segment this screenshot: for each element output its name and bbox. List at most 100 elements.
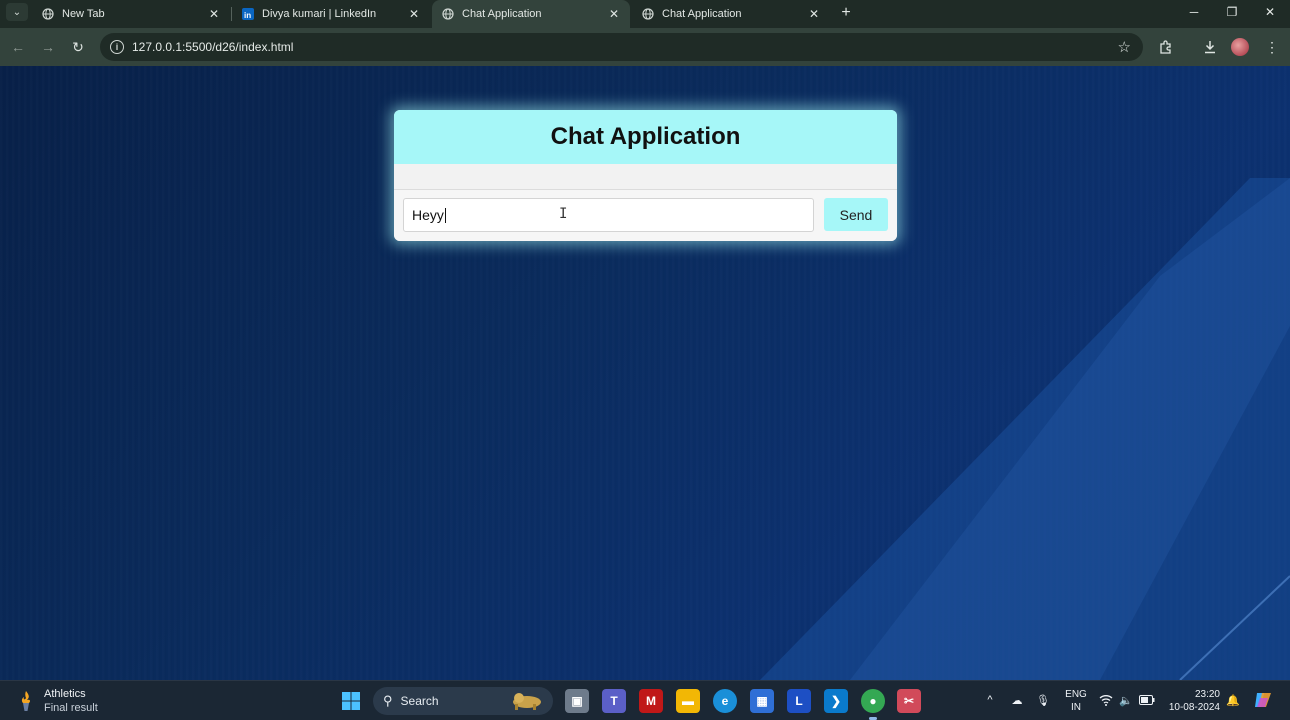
- tab-search-button[interactable]: ⌄: [6, 3, 28, 21]
- l-app-button[interactable]: L: [787, 689, 811, 713]
- chevron-down-icon: ⌄: [12, 6, 22, 18]
- minimize-button[interactable]: ─: [1175, 0, 1213, 24]
- tab-chat-application[interactable]: Chat Application ✕: [632, 0, 830, 28]
- clock-time: 23:20: [1194, 689, 1220, 700]
- teams-icon: T: [610, 694, 618, 708]
- search-icon: ⚲: [383, 693, 393, 708]
- copilot-icon: [1255, 693, 1271, 707]
- task-view-button[interactable]: ▣: [565, 689, 589, 713]
- snipping-tool-button[interactable]: ✂: [897, 689, 921, 713]
- message-input[interactable]: Heyy: [403, 198, 814, 232]
- reload-button[interactable]: ↻: [68, 37, 88, 57]
- windows-logo-icon: [342, 692, 360, 710]
- weather-title: Athletics: [44, 688, 86, 700]
- weather-subtitle: Final result: [44, 702, 98, 714]
- globe-icon: [42, 8, 54, 20]
- store-icon: ▦: [756, 694, 768, 708]
- tab-title: Chat Application: [662, 8, 742, 20]
- tab-title: Chat Application: [462, 8, 542, 20]
- linkedin-icon: in: [242, 8, 254, 20]
- plus-icon: +: [841, 4, 851, 21]
- clock[interactable]: 23:20 10-08-2024: [1160, 688, 1220, 714]
- weather-widget[interactable]: Athletics Final result: [16, 687, 98, 715]
- onedrive-icon[interactable]: ☁: [1008, 689, 1026, 711]
- snipping-icon: ✂: [903, 694, 915, 708]
- close-window-button[interactable]: ✕: [1251, 0, 1289, 24]
- start-button[interactable]: [339, 689, 363, 713]
- arrow-right-icon: →: [41, 39, 55, 55]
- chat-title: Chat Application: [550, 123, 741, 150]
- battery-icon[interactable]: [1138, 689, 1156, 711]
- text-cursor-icon: I: [559, 206, 568, 222]
- tab-linkedin[interactable]: in Divya kumari | LinkedIn ✕: [232, 0, 430, 28]
- store-button[interactable]: ▦: [750, 689, 774, 713]
- chevron-up-icon: ^: [987, 694, 993, 706]
- wifi-icon[interactable]: [1098, 689, 1114, 711]
- language-code: ENG: [1065, 689, 1087, 700]
- chat-input-row: Heyy Send: [394, 190, 897, 241]
- edge-button[interactable]: e: [713, 689, 737, 713]
- tab-new-tab[interactable]: New Tab ✕: [32, 0, 230, 28]
- download-icon: [1205, 41, 1215, 54]
- taskbar-search-label: Search: [400, 694, 439, 708]
- microphone-icon[interactable]: 🎙: [1035, 689, 1051, 711]
- vscode-button[interactable]: ❯: [824, 689, 848, 713]
- chat-window: Chat Application Heyy Send: [394, 110, 897, 241]
- task-view-icon: ▣: [571, 694, 583, 708]
- arrow-left-icon: ←: [11, 39, 25, 55]
- copilot-button[interactable]: [1252, 689, 1274, 711]
- globe-icon: [442, 8, 454, 20]
- page-viewport: Chat Application Heyy Send I: [0, 66, 1290, 680]
- close-icon[interactable]: ✕: [206, 6, 222, 22]
- language-indicator[interactable]: ENG IN: [1064, 688, 1088, 714]
- forward-button[interactable]: →: [38, 37, 58, 57]
- mcafee-shield-icon: M: [646, 694, 656, 708]
- show-hidden-icons-button[interactable]: ^: [982, 689, 998, 711]
- volume-icon[interactable]: 🔈: [1118, 689, 1134, 711]
- torch-icon: [16, 690, 36, 712]
- minimize-icon: ─: [1189, 5, 1199, 19]
- url-text: 127.0.0.1:5500/d26/index.html: [132, 40, 294, 54]
- search-highlight-icon: [509, 690, 545, 713]
- message-input-value: Heyy: [412, 207, 444, 223]
- address-bar[interactable]: i 127.0.0.1:5500/d26/index.html ☆: [100, 33, 1143, 61]
- extensions-button[interactable]: [1156, 37, 1176, 57]
- browser-menu-button[interactable]: ⋮: [1262, 37, 1282, 57]
- back-button[interactable]: ←: [8, 37, 28, 57]
- chat-header: Chat Application: [394, 110, 897, 164]
- taskbar-search[interactable]: ⚲ Search: [373, 687, 553, 715]
- reload-icon: ↻: [72, 38, 84, 55]
- clock-date: 10-08-2024: [1168, 702, 1220, 713]
- browser-toolbar: ← → ↻ i 127.0.0.1:5500/d26/index.html ☆ …: [0, 28, 1290, 66]
- close-icon: ✕: [1264, 5, 1276, 19]
- taskbar: Athletics Final result ⚲ Search ▣ T M ▬ …: [0, 680, 1290, 720]
- region-code: IN: [1071, 702, 1081, 713]
- tab-title: Divya kumari | LinkedIn: [262, 8, 377, 20]
- chat-messages-area: [394, 164, 897, 190]
- chrome-button[interactable]: ●: [861, 689, 885, 713]
- tab-chat-application-active[interactable]: Chat Application ✕: [432, 0, 630, 28]
- vscode-icon: ❯: [830, 694, 842, 708]
- profile-avatar[interactable]: [1231, 38, 1249, 56]
- bookmark-star-icon[interactable]: ☆: [1118, 38, 1131, 56]
- mcafee-button[interactable]: M: [639, 689, 663, 713]
- chrome-icon: ●: [869, 694, 877, 708]
- folder-icon: ▬: [682, 694, 694, 708]
- site-info-icon[interactable]: i: [110, 40, 124, 54]
- close-icon[interactable]: ✕: [406, 6, 422, 22]
- downloads-button[interactable]: [1200, 37, 1220, 57]
- file-explorer-button[interactable]: ▬: [676, 689, 700, 713]
- teams-button[interactable]: T: [602, 689, 626, 713]
- puzzle-icon: [1160, 40, 1171, 54]
- close-icon[interactable]: ✕: [606, 6, 622, 22]
- restore-button[interactable]: ❐: [1213, 0, 1251, 24]
- text-caret: [444, 207, 446, 223]
- tab-strip: ⌄ New Tab ✕ in Divya kumari | LinkedIn ✕…: [0, 0, 1290, 28]
- globe-icon: [642, 8, 654, 20]
- new-tab-button[interactable]: +: [836, 3, 856, 23]
- kebab-menu-icon: ⋮: [1265, 38, 1279, 55]
- close-icon[interactable]: ✕: [806, 6, 822, 22]
- notification-bell-icon[interactable]: 🔔: [1226, 689, 1240, 711]
- send-button[interactable]: Send: [824, 198, 888, 231]
- edge-icon: e: [721, 694, 729, 708]
